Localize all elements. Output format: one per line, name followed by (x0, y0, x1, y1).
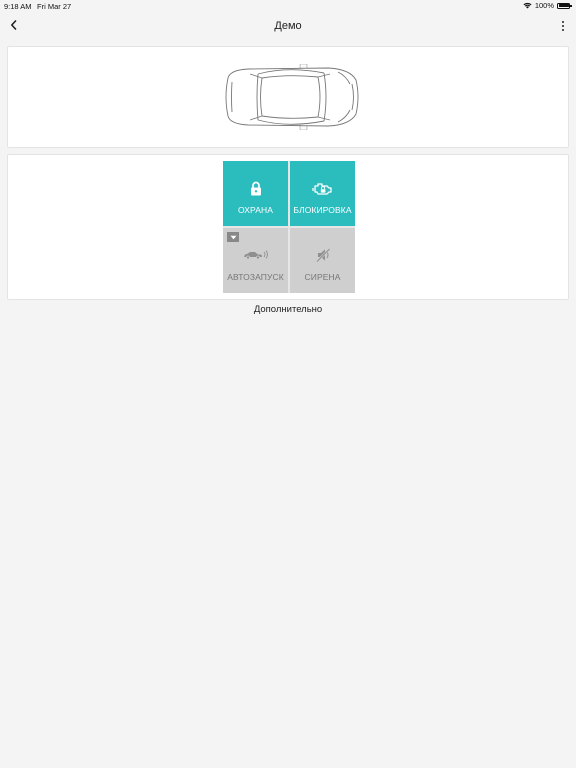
guard-tile[interactable]: ОХРАНА (223, 161, 288, 226)
controls-card: ОХРАНА БЛОКИРОВКА АВТОЗАПУСК СИРЕНА (7, 154, 569, 300)
block-tile[interactable]: БЛОКИРОВКА (290, 161, 355, 226)
additional-link[interactable]: Дополнительно (0, 304, 576, 315)
lock-icon (250, 181, 261, 195)
guard-label: ОХРАНА (237, 205, 274, 215)
battery-percent: 100% (534, 1, 554, 10)
menu-dot (561, 20, 565, 24)
siren-muted-icon (315, 248, 330, 263)
car-card (7, 46, 569, 148)
status-time: 9:18 AM (4, 2, 32, 11)
autostart-label: АВТОЗАПУСК (227, 272, 284, 282)
status-bar: 9:18 AM Fri Mar 27 100% (0, 0, 576, 12)
siren-label: СИРЕНА (304, 272, 341, 282)
autostart-dropdown-button[interactable] (227, 232, 239, 242)
more-menu-button[interactable] (558, 18, 568, 34)
nav-bar: Демо (0, 12, 576, 40)
back-button[interactable] (6, 17, 20, 33)
autostart-tile[interactable]: АВТОЗАПУСК (223, 228, 288, 293)
wifi-icon (523, 2, 532, 9)
status-date: Fri Mar 27 (37, 2, 72, 11)
battery-icon (557, 2, 572, 9)
menu-dot (561, 24, 565, 28)
siren-tile[interactable]: СИРЕНА (290, 228, 355, 293)
car-top-view-image (225, 64, 359, 130)
caret-down-icon (230, 235, 236, 239)
control-grid: ОХРАНА БЛОКИРОВКА АВТОЗАПУСК СИРЕНА (223, 161, 355, 293)
remote-start-icon (243, 250, 268, 260)
status-right: 100% (523, 1, 572, 10)
engine-lock-icon (311, 182, 332, 195)
block-label: БЛОКИРОВКА (293, 205, 352, 215)
page-title: Демо (274, 20, 302, 32)
chevron-left-icon (10, 20, 16, 30)
menu-dot (561, 28, 565, 32)
